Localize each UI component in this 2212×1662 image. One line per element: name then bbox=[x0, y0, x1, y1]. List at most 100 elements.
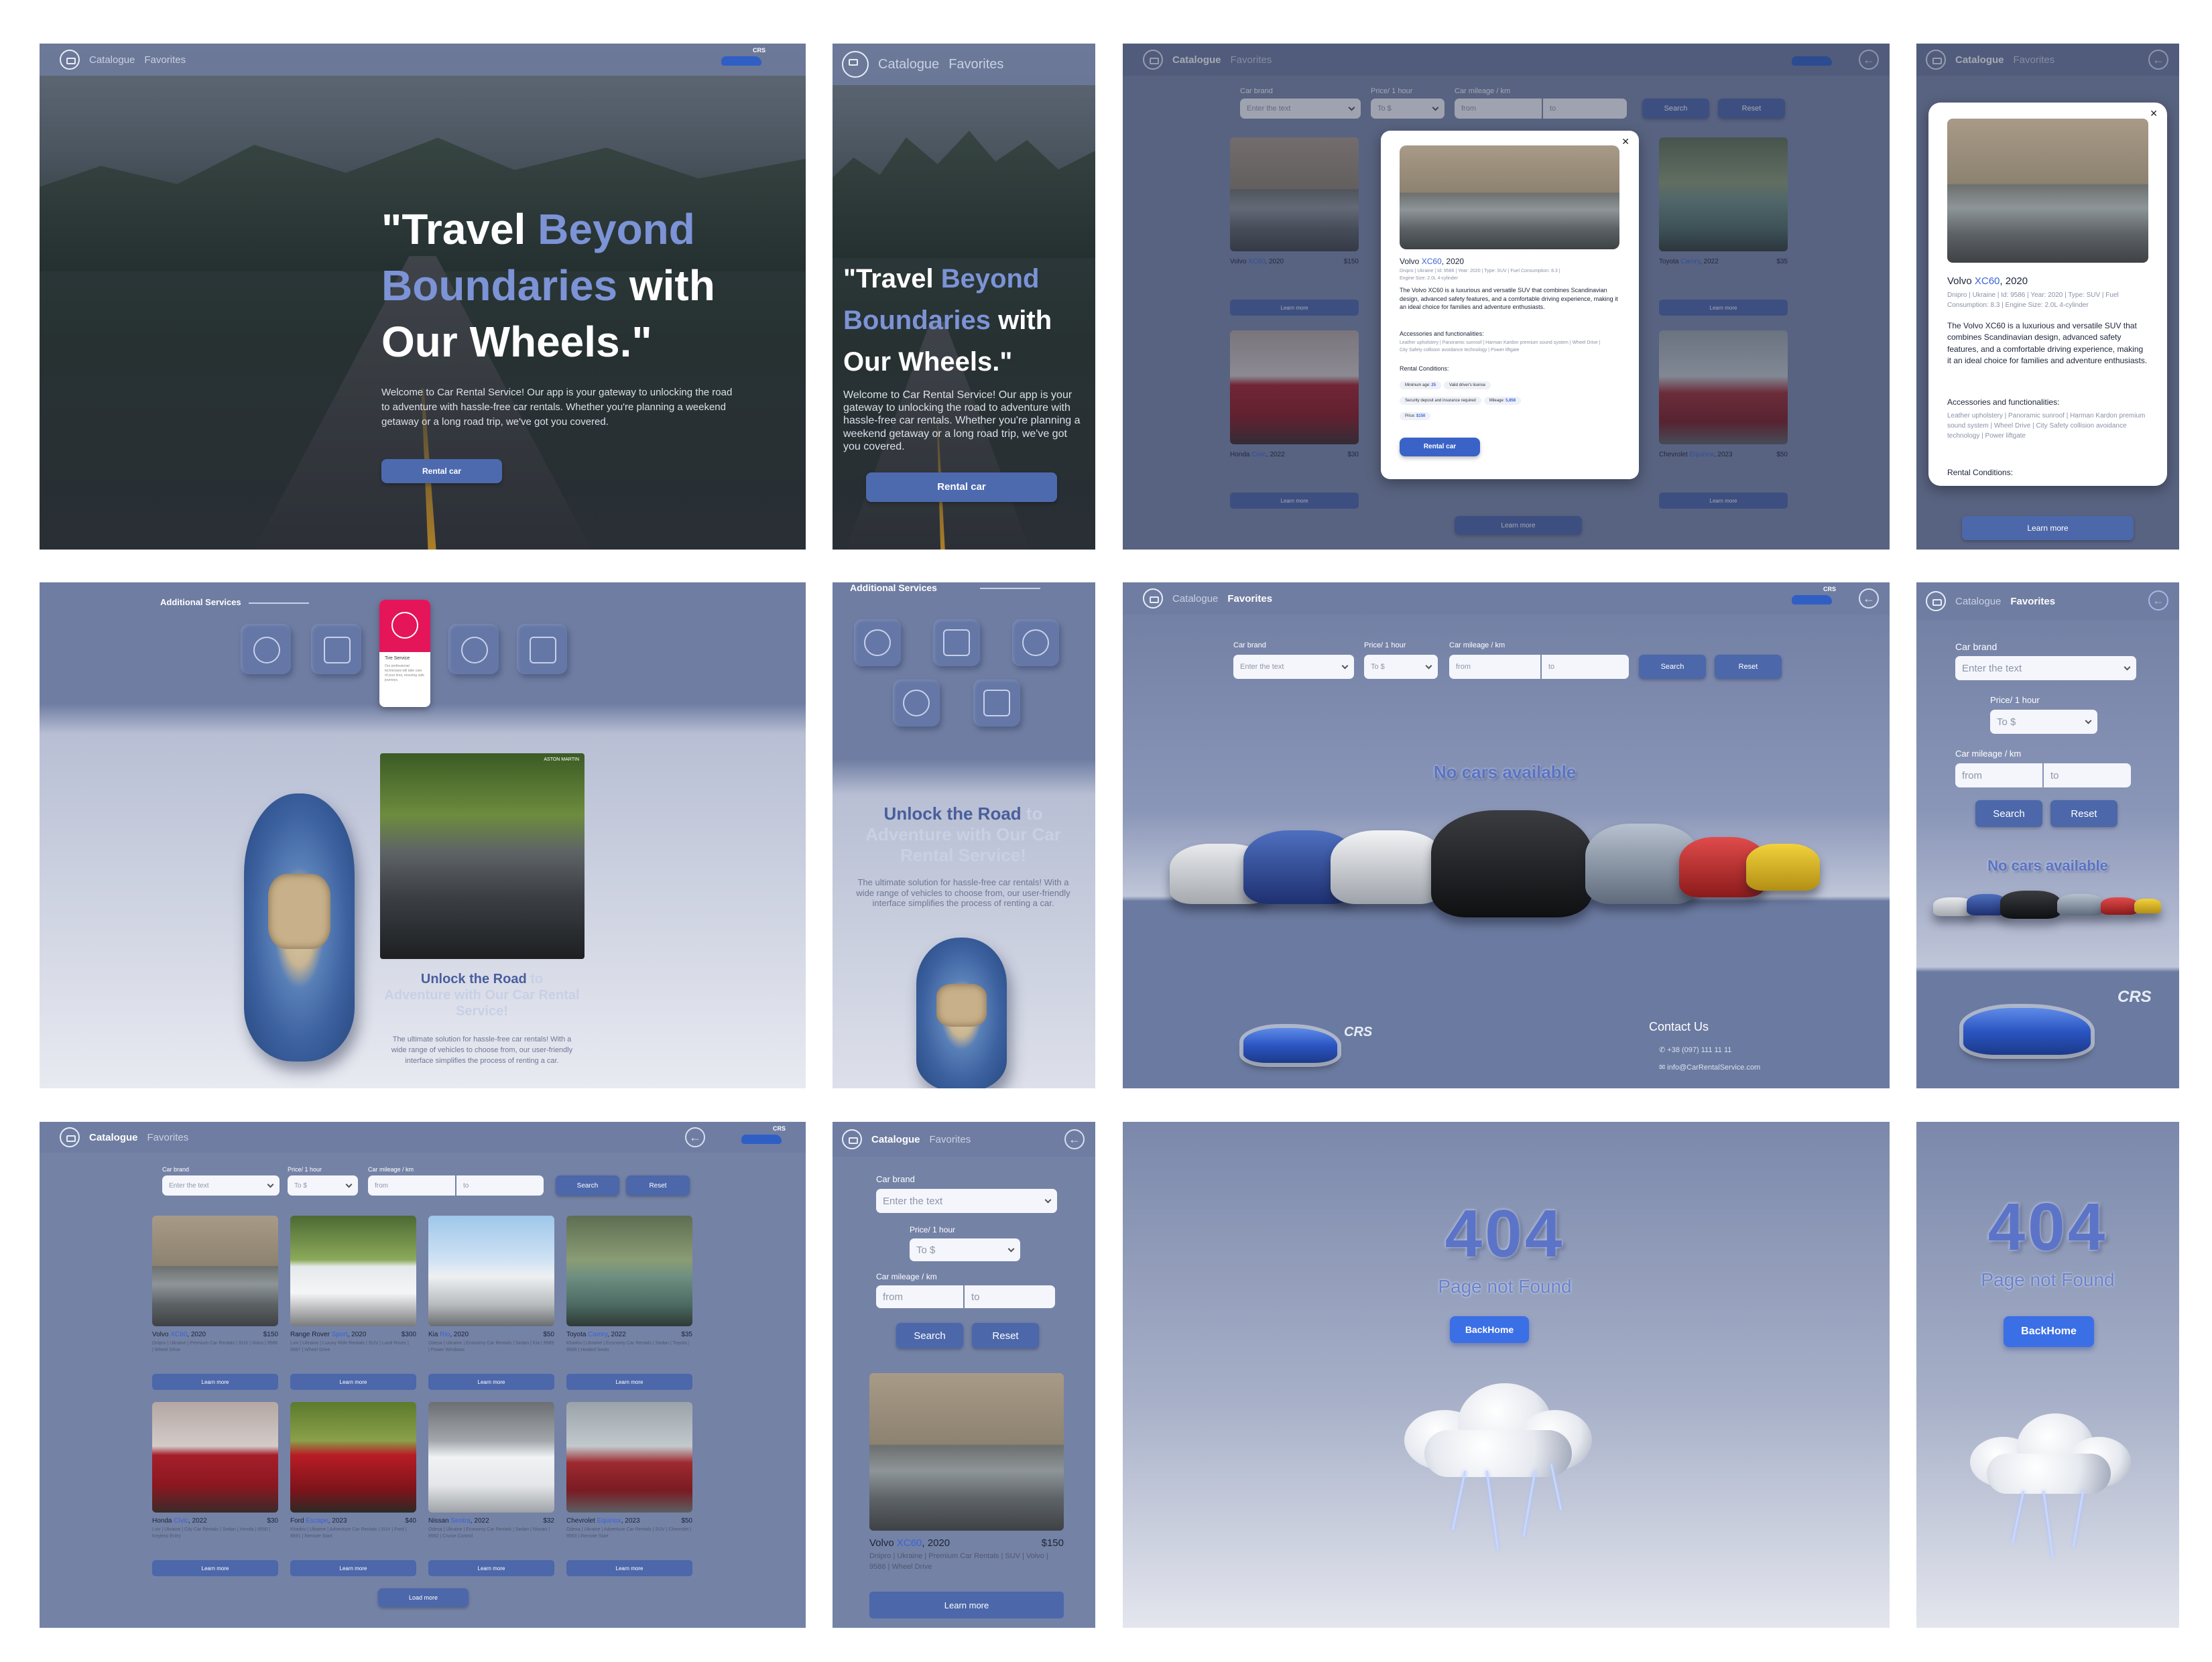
rental-car-button[interactable]: Rental car bbox=[381, 459, 502, 483]
mileage-to-input[interactable]: to bbox=[1542, 655, 1629, 679]
reset-button[interactable]: Reset bbox=[1715, 655, 1782, 679]
contact-phone[interactable]: ✆ +38 (097) 111 11 11 bbox=[1659, 1045, 1731, 1054]
car-logo-icon[interactable] bbox=[60, 1127, 80, 1147]
car-name: Ford Escape, 2023 bbox=[290, 1517, 347, 1525]
car-tags: Kharkiv | Ukraine | Adventure Car Rental… bbox=[290, 1527, 407, 1539]
car-logo-icon[interactable] bbox=[842, 1129, 862, 1149]
close-icon[interactable]: ✕ bbox=[1621, 136, 1630, 147]
aston-martin-photo: ASTON MARTIN bbox=[380, 753, 585, 959]
learn-more-button[interactable]: Learn more bbox=[152, 1374, 278, 1390]
hero-desktop-screen: Catalogue Favorites CRS "Travel Beyond B… bbox=[40, 44, 806, 550]
mileage-from-input[interactable]: from bbox=[876, 1285, 963, 1308]
car-lineup-image bbox=[1170, 804, 1840, 938]
nav-favorites[interactable]: Favorites bbox=[144, 54, 186, 66]
mileage-to-input[interactable]: to bbox=[456, 1175, 544, 1196]
nav-favorites[interactable]: Favorites bbox=[147, 1132, 189, 1143]
search-button[interactable]: Search bbox=[1639, 655, 1706, 679]
car-name: Range Rover Sport, 2020 bbox=[290, 1331, 367, 1338]
reset-button[interactable]: Reset bbox=[972, 1323, 1039, 1348]
car-name: Kia Rio, 2020 bbox=[428, 1331, 469, 1338]
car-photo bbox=[428, 1402, 554, 1513]
learn-more-button[interactable]: Learn more bbox=[428, 1560, 554, 1576]
nav-catalogue[interactable]: Catalogue bbox=[1172, 593, 1218, 604]
price-select[interactable]: To $ bbox=[910, 1238, 1020, 1261]
reset-button[interactable]: Reset bbox=[626, 1175, 690, 1196]
car-photo bbox=[869, 1373, 1064, 1531]
back-home-button[interactable]: BackHome bbox=[2004, 1316, 2094, 1347]
search-button[interactable]: Search bbox=[1975, 800, 2042, 827]
service-car-icon[interactable] bbox=[973, 680, 1020, 726]
mileage-from-input[interactable]: from bbox=[368, 1175, 455, 1196]
nav-catalogue[interactable]: Catalogue bbox=[1955, 596, 2001, 607]
nav-favorites[interactable]: Favorites bbox=[948, 57, 1003, 72]
price-select[interactable]: To $ bbox=[1990, 710, 2097, 734]
car-logo-icon[interactable] bbox=[60, 50, 80, 70]
car-photo bbox=[152, 1402, 278, 1513]
learn-more-button[interactable]: Learn more bbox=[566, 1374, 692, 1390]
back-icon[interactable]: ← bbox=[685, 1127, 705, 1147]
service-car-icon[interactable] bbox=[517, 624, 567, 674]
learn-more-button[interactable]: Learn more bbox=[290, 1374, 416, 1390]
learn-more-button[interactable]: Learn more bbox=[428, 1374, 554, 1390]
car-name: Chevrolet Equinox, 2023 bbox=[566, 1517, 640, 1525]
car-logo-icon[interactable] bbox=[842, 51, 869, 78]
learn-more-button[interactable]: Learn more bbox=[1962, 516, 2134, 540]
service-wash-icon[interactable] bbox=[893, 680, 940, 726]
nav-catalogue[interactable]: Catalogue bbox=[871, 1134, 920, 1145]
error-text: Page not Found bbox=[1438, 1276, 1572, 1297]
not-found-desktop-screen: 404 Page not Found BackHome bbox=[1123, 1122, 1890, 1628]
accessories-list: Leather upholstery | Panoramic sunroof |… bbox=[1947, 412, 2146, 440]
service-tow-icon[interactable] bbox=[311, 624, 361, 674]
favorites-empty-mobile-screen: Catalogue Favorites ← Car brand Enter th… bbox=[1916, 582, 2179, 1088]
nav-catalogue[interactable]: Catalogue bbox=[89, 1132, 138, 1143]
mileage-to-input[interactable]: to bbox=[2044, 763, 2131, 787]
learn-more-button[interactable]: Learn more bbox=[152, 1560, 278, 1576]
mileage-from-input[interactable]: from bbox=[1955, 763, 2042, 787]
load-more-button[interactable]: Load more bbox=[378, 1588, 469, 1607]
search-button[interactable]: Search bbox=[896, 1323, 963, 1348]
price-select[interactable]: To $ bbox=[1364, 655, 1438, 679]
accessories-list: Leather upholstery | Panoramic sunroof |… bbox=[1400, 340, 1601, 353]
service-wash-icon[interactable] bbox=[448, 624, 499, 674]
brand-select[interactable]: Enter the text bbox=[162, 1175, 280, 1196]
back-icon[interactable]: ← bbox=[1064, 1129, 1085, 1149]
learn-more-button[interactable]: Learn more bbox=[290, 1560, 416, 1576]
back-icon[interactable]: ← bbox=[1859, 588, 1879, 609]
car-logo-icon[interactable] bbox=[1926, 591, 1946, 611]
contact-email[interactable]: ✉ info@CarRentalService.com bbox=[1659, 1063, 1760, 1072]
brand-select[interactable]: Enter the text bbox=[876, 1189, 1057, 1213]
price-label: Price/ 1 hour bbox=[910, 1225, 956, 1234]
reset-button[interactable]: Reset bbox=[2050, 800, 2117, 827]
brand-label: Car brand bbox=[1233, 641, 1266, 649]
car-price: $50 bbox=[681, 1517, 692, 1525]
close-icon[interactable]: ✕ bbox=[2150, 108, 2158, 119]
back-icon[interactable]: ← bbox=[2148, 590, 2168, 611]
brand-select[interactable]: Enter the text bbox=[1233, 655, 1354, 679]
car-specs: Dnipro | Ukraine | Id: 9586 | Year: 2020… bbox=[1947, 292, 2119, 309]
nav-catalogue[interactable]: Catalogue bbox=[89, 54, 135, 66]
service-maintenance-icon[interactable] bbox=[854, 619, 901, 666]
footer: CRS bbox=[1916, 974, 2179, 1088]
service-maintenance-icon[interactable] bbox=[241, 624, 291, 674]
nav-favorites[interactable]: Favorites bbox=[1227, 593, 1272, 604]
nav-catalogue[interactable]: Catalogue bbox=[878, 57, 939, 72]
brand-select[interactable]: Enter the text bbox=[1955, 656, 2136, 680]
back-home-button[interactable]: BackHome bbox=[1450, 1316, 1529, 1343]
learn-more-button[interactable]: Learn more bbox=[566, 1560, 692, 1576]
car-card: Toyota Camry, 2022 $35 Kharkiv | Ukraine… bbox=[566, 1216, 692, 1397]
car-price: $150 bbox=[263, 1331, 278, 1338]
rental-car-button[interactable]: Rental car bbox=[1400, 438, 1480, 456]
price-select[interactable]: To $ bbox=[288, 1175, 358, 1196]
search-button[interactable]: Search bbox=[556, 1175, 619, 1196]
learn-more-button[interactable]: Learn more bbox=[869, 1592, 1064, 1618]
service-tire-icon[interactable] bbox=[1012, 619, 1059, 666]
nav-favorites[interactable]: Favorites bbox=[930, 1134, 971, 1145]
rental-car-button[interactable]: Rental car bbox=[866, 472, 1057, 502]
car-logo-icon[interactable] bbox=[1143, 588, 1163, 609]
nav-favorites[interactable]: Favorites bbox=[2010, 596, 2055, 607]
mileage-to-input[interactable]: to bbox=[965, 1285, 1055, 1308]
mileage-from-input[interactable]: from bbox=[1449, 655, 1540, 679]
storm-cloud-icon bbox=[1384, 1377, 1605, 1564]
service-tire-tooltip[interactable]: Tire Service Our professional technician… bbox=[379, 600, 430, 707]
service-tow-icon[interactable] bbox=[933, 619, 980, 666]
